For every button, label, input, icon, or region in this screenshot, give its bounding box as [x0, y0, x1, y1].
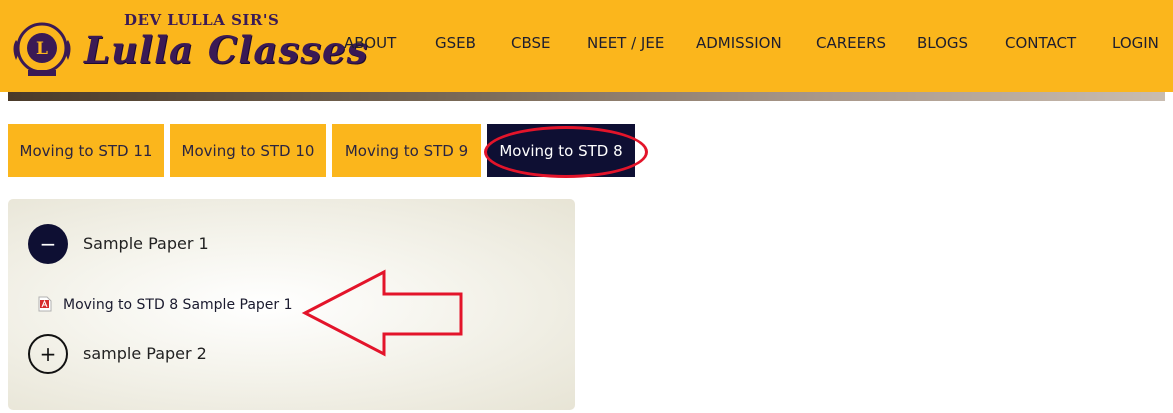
pdf-icon: [38, 296, 52, 312]
expand-button[interactable]: +: [28, 334, 68, 374]
brand-tagline: DEV LULLA SIR'S: [124, 11, 280, 29]
accordion-title-sample-paper-2[interactable]: sample Paper 2: [83, 344, 207, 363]
file-link-std8-sample-paper-1[interactable]: Moving to STD 8 Sample Paper 1: [63, 297, 293, 313]
tab-std-8[interactable]: Moving to STD 8: [487, 124, 635, 177]
nav-blogs[interactable]: BLOGS: [917, 34, 968, 52]
site-header: L DEV LULLA SIR'S Lulla Classes ABOUT GS…: [0, 0, 1173, 92]
nav-careers[interactable]: CAREERS: [816, 34, 886, 52]
accordion-title-sample-paper-1[interactable]: Sample Paper 1: [83, 234, 209, 253]
sample-paper-accordion: − Sample Paper 1 Moving to STD 8 Sample …: [8, 199, 575, 410]
nav-contact[interactable]: CONTACT: [1005, 34, 1076, 52]
tab-std-11[interactable]: Moving to STD 11: [8, 124, 164, 177]
nav-cbse[interactable]: CBSE: [511, 34, 551, 52]
main-nav: ABOUT GSEB CBSE NEET / JEE ADMISSION CAR…: [0, 34, 1173, 54]
collapse-button[interactable]: −: [28, 224, 68, 264]
nav-neet-jee[interactable]: NEET / JEE: [587, 34, 664, 52]
nav-about[interactable]: ABOUT: [344, 34, 396, 52]
nav-admission[interactable]: ADMISSION: [696, 34, 782, 52]
banner-strip: [8, 92, 1165, 101]
tab-std-9[interactable]: Moving to STD 9: [332, 124, 481, 177]
nav-login[interactable]: LOGIN: [1112, 34, 1159, 52]
tab-std-10[interactable]: Moving to STD 10: [170, 124, 326, 177]
nav-gseb[interactable]: GSEB: [435, 34, 476, 52]
